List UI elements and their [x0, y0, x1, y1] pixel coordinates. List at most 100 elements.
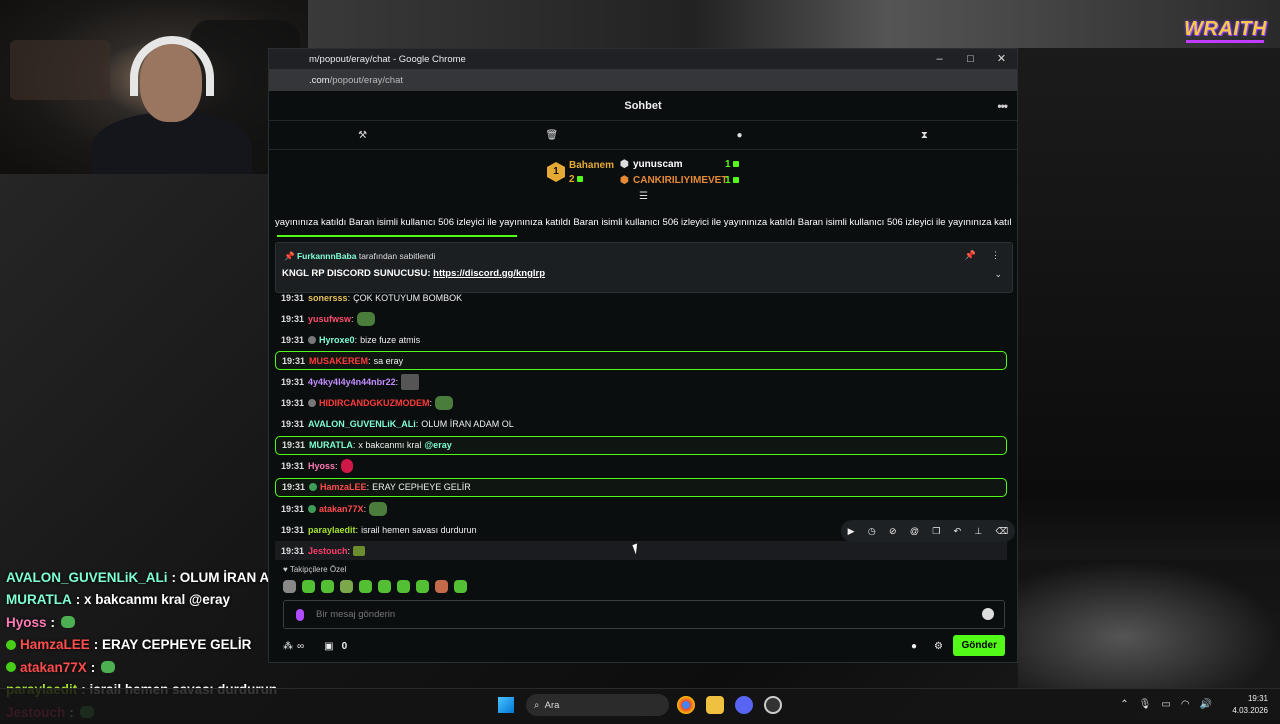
chat-message[interactable]: 19:31 HamzaLEE: ERAY CEPHEYE GELİR: [275, 477, 1007, 497]
mention-icon[interactable]: @: [910, 526, 919, 536]
message-username[interactable]: Jestouch: [308, 546, 348, 556]
message-username[interactable]: Hyroxe0: [319, 335, 355, 345]
chat-message[interactable]: 19:31 Hyroxe0: bize fuze atmis: [275, 330, 1007, 349]
message-time: 19:31: [281, 545, 305, 556]
hourglass-icon[interactable]: ⧗: [921, 130, 928, 141]
trash-icon[interactable]: 🗑: [545, 130, 558, 141]
address-bar[interactable]: .com/popout/eray/chat: [269, 69, 1017, 91]
ticker-progress: [277, 235, 517, 237]
emote-button[interactable]: [283, 580, 296, 593]
chat-message[interactable]: 19:31 HIDIRCANDGKUZMODEM:: [275, 394, 1007, 413]
message-username[interactable]: paraylaedit: [308, 525, 356, 535]
overlay-username: AVALON_GUVENLiK_ALi: [6, 569, 168, 585]
chat-message[interactable]: 19:31 MUSAKEREM: sa eray: [275, 351, 1007, 371]
emote-icon: [356, 311, 375, 326]
chat-message[interactable]: 19:31 MURATLA: x bakcanmı kral @eray: [275, 435, 1007, 455]
message-username[interactable]: AVALON_GUVENLiK_ALi: [308, 419, 416, 429]
message-time: 19:31: [281, 461, 305, 472]
message-username[interactable]: HamzaLEE: [320, 482, 367, 492]
message-text: israil hemen savası durdurun: [361, 524, 477, 535]
delete-icon[interactable]: ⌫: [996, 526, 1009, 537]
third-place-icon: ⬢: [620, 175, 629, 186]
message-time: 19:31: [281, 524, 305, 535]
emote-button[interactable]: [302, 580, 315, 593]
clock-icon[interactable]: ◷: [868, 526, 876, 537]
gear-icon[interactable]: ⚙: [934, 641, 943, 652]
emote-button[interactable]: [359, 580, 372, 593]
leader-first-count-wrap: 2: [569, 174, 583, 185]
message-colon: :: [347, 294, 351, 303]
chat-message[interactable]: 19:31 AVALON_GUVENLiK_ALi: OLUM İRAN ADAM …: [275, 415, 1007, 434]
overlay-message-text: :: [50, 614, 56, 630]
file-explorer-icon[interactable]: [706, 696, 724, 714]
discord-icon[interactable]: [735, 696, 753, 714]
windows-start-icon[interactable]: [498, 697, 514, 713]
brand-logo-underline: [1186, 40, 1264, 43]
pin-message-icon[interactable]: ⊥: [974, 526, 982, 537]
emote-button[interactable]: [416, 580, 429, 593]
chevron-up-icon[interactable]: ⌃: [1120, 699, 1128, 710]
send-button[interactable]: Gönder: [953, 635, 1005, 656]
message-username[interactable]: atakan77X: [319, 504, 364, 514]
copy-icon[interactable]: ❐: [932, 526, 940, 537]
chat-message[interactable]: 19:31 4y4ky4l4y4n44nbr22:: [275, 372, 1007, 391]
emote-button[interactable]: [435, 580, 448, 593]
leader-third-count: 1: [725, 175, 731, 186]
chat-message[interactable]: 19:31 atakan77X:: [275, 499, 1007, 518]
chat-settings-bubble-icon[interactable]: ●: [911, 641, 917, 652]
message-username[interactable]: MURATLA: [309, 440, 353, 450]
wifi-icon[interactable]: ◠: [1181, 699, 1190, 710]
kebab-menu-icon[interactable]: ⋮: [991, 250, 1000, 261]
undo-icon[interactable]: ↶: [954, 526, 962, 537]
emote-button[interactable]: [321, 580, 334, 593]
chat-bubble-icon[interactable]: ●: [736, 130, 742, 141]
maximize-button[interactable]: □: [955, 49, 986, 69]
volume-icon[interactable]: 🔊: [1200, 699, 1212, 710]
message-mention[interactable]: @eray: [424, 440, 451, 450]
emote-button[interactable]: [378, 580, 391, 593]
taskbar-clock[interactable]: 19:31 4.03.2026: [1232, 693, 1268, 717]
emote-button[interactable]: [340, 580, 353, 593]
pinned-link[interactable]: https://discord.gg/knglrp: [433, 268, 545, 279]
display-icon[interactable]: ▭: [1161, 699, 1170, 710]
ban-hammer-icon[interactable]: ⚒: [358, 130, 367, 141]
search-icon: ⌕: [534, 699, 540, 711]
window-controls: – □ ✕: [924, 49, 1017, 69]
minimize-button[interactable]: –: [924, 49, 955, 69]
message-time: 19:31: [281, 313, 305, 324]
viewers-count: ∞: [297, 640, 305, 652]
message-colon: :: [335, 461, 338, 472]
chat-message[interactable]: 19:31 sonersss: ÇOK KÖTÜYÜM BOMBOK: [275, 294, 1007, 307]
message-input[interactable]: [316, 609, 956, 620]
pinned-by-text: tarafından sabitlendi: [358, 251, 436, 261]
quick-emote-row: [283, 580, 467, 593]
emoji-picker-icon[interactable]: [982, 608, 994, 620]
message-username[interactable]: HIDIRCANDGKUZMODEM: [319, 398, 430, 408]
chevron-down-icon[interactable]: ⌄: [994, 269, 1002, 280]
chrome-icon[interactable]: [677, 696, 695, 714]
obs-icon[interactable]: [764, 696, 782, 714]
gift-leaderboard: 1 Bahanem 2 ⬢ yunuscam 1 ⬢ CANKIRILIYIME…: [269, 150, 1017, 202]
user-badge-icon: [308, 335, 317, 344]
message-text: bize fuze atmis: [360, 334, 421, 345]
hide-icon[interactable]: ⊘: [889, 526, 897, 537]
message-username[interactable]: Hyoss: [308, 461, 335, 471]
emote-button[interactable]: [454, 580, 467, 593]
pin-icon[interactable]: 📌: [965, 250, 976, 261]
mic-icon[interactable]: [296, 608, 304, 621]
chat-message[interactable]: 19:31 Hyoss:: [275, 457, 1007, 476]
message-username[interactable]: MUSAKEREM: [309, 356, 368, 366]
chat-message[interactable]: 19:31 yusufwsw:: [275, 309, 1007, 328]
message-username[interactable]: sonersss: [308, 294, 348, 303]
filter-icon[interactable]: ☰: [639, 191, 648, 202]
chest-icon[interactable]: ▣: [324, 641, 333, 652]
mic-tray-icon[interactable]: 🎙: [1139, 699, 1152, 710]
close-button[interactable]: ✕: [986, 49, 1017, 69]
message-username[interactable]: 4y4ky4l4y4n44nbr22: [308, 377, 396, 387]
emote-button[interactable]: [397, 580, 410, 593]
chat-message[interactable]: 19:31 Jestouch:: [275, 541, 1007, 561]
more-options-icon[interactable]: •••: [997, 99, 1008, 113]
message-username[interactable]: yusufwsw: [308, 314, 351, 324]
play-icon[interactable]: ▶: [848, 526, 855, 537]
taskbar-search[interactable]: ⌕ Ara: [526, 694, 669, 716]
